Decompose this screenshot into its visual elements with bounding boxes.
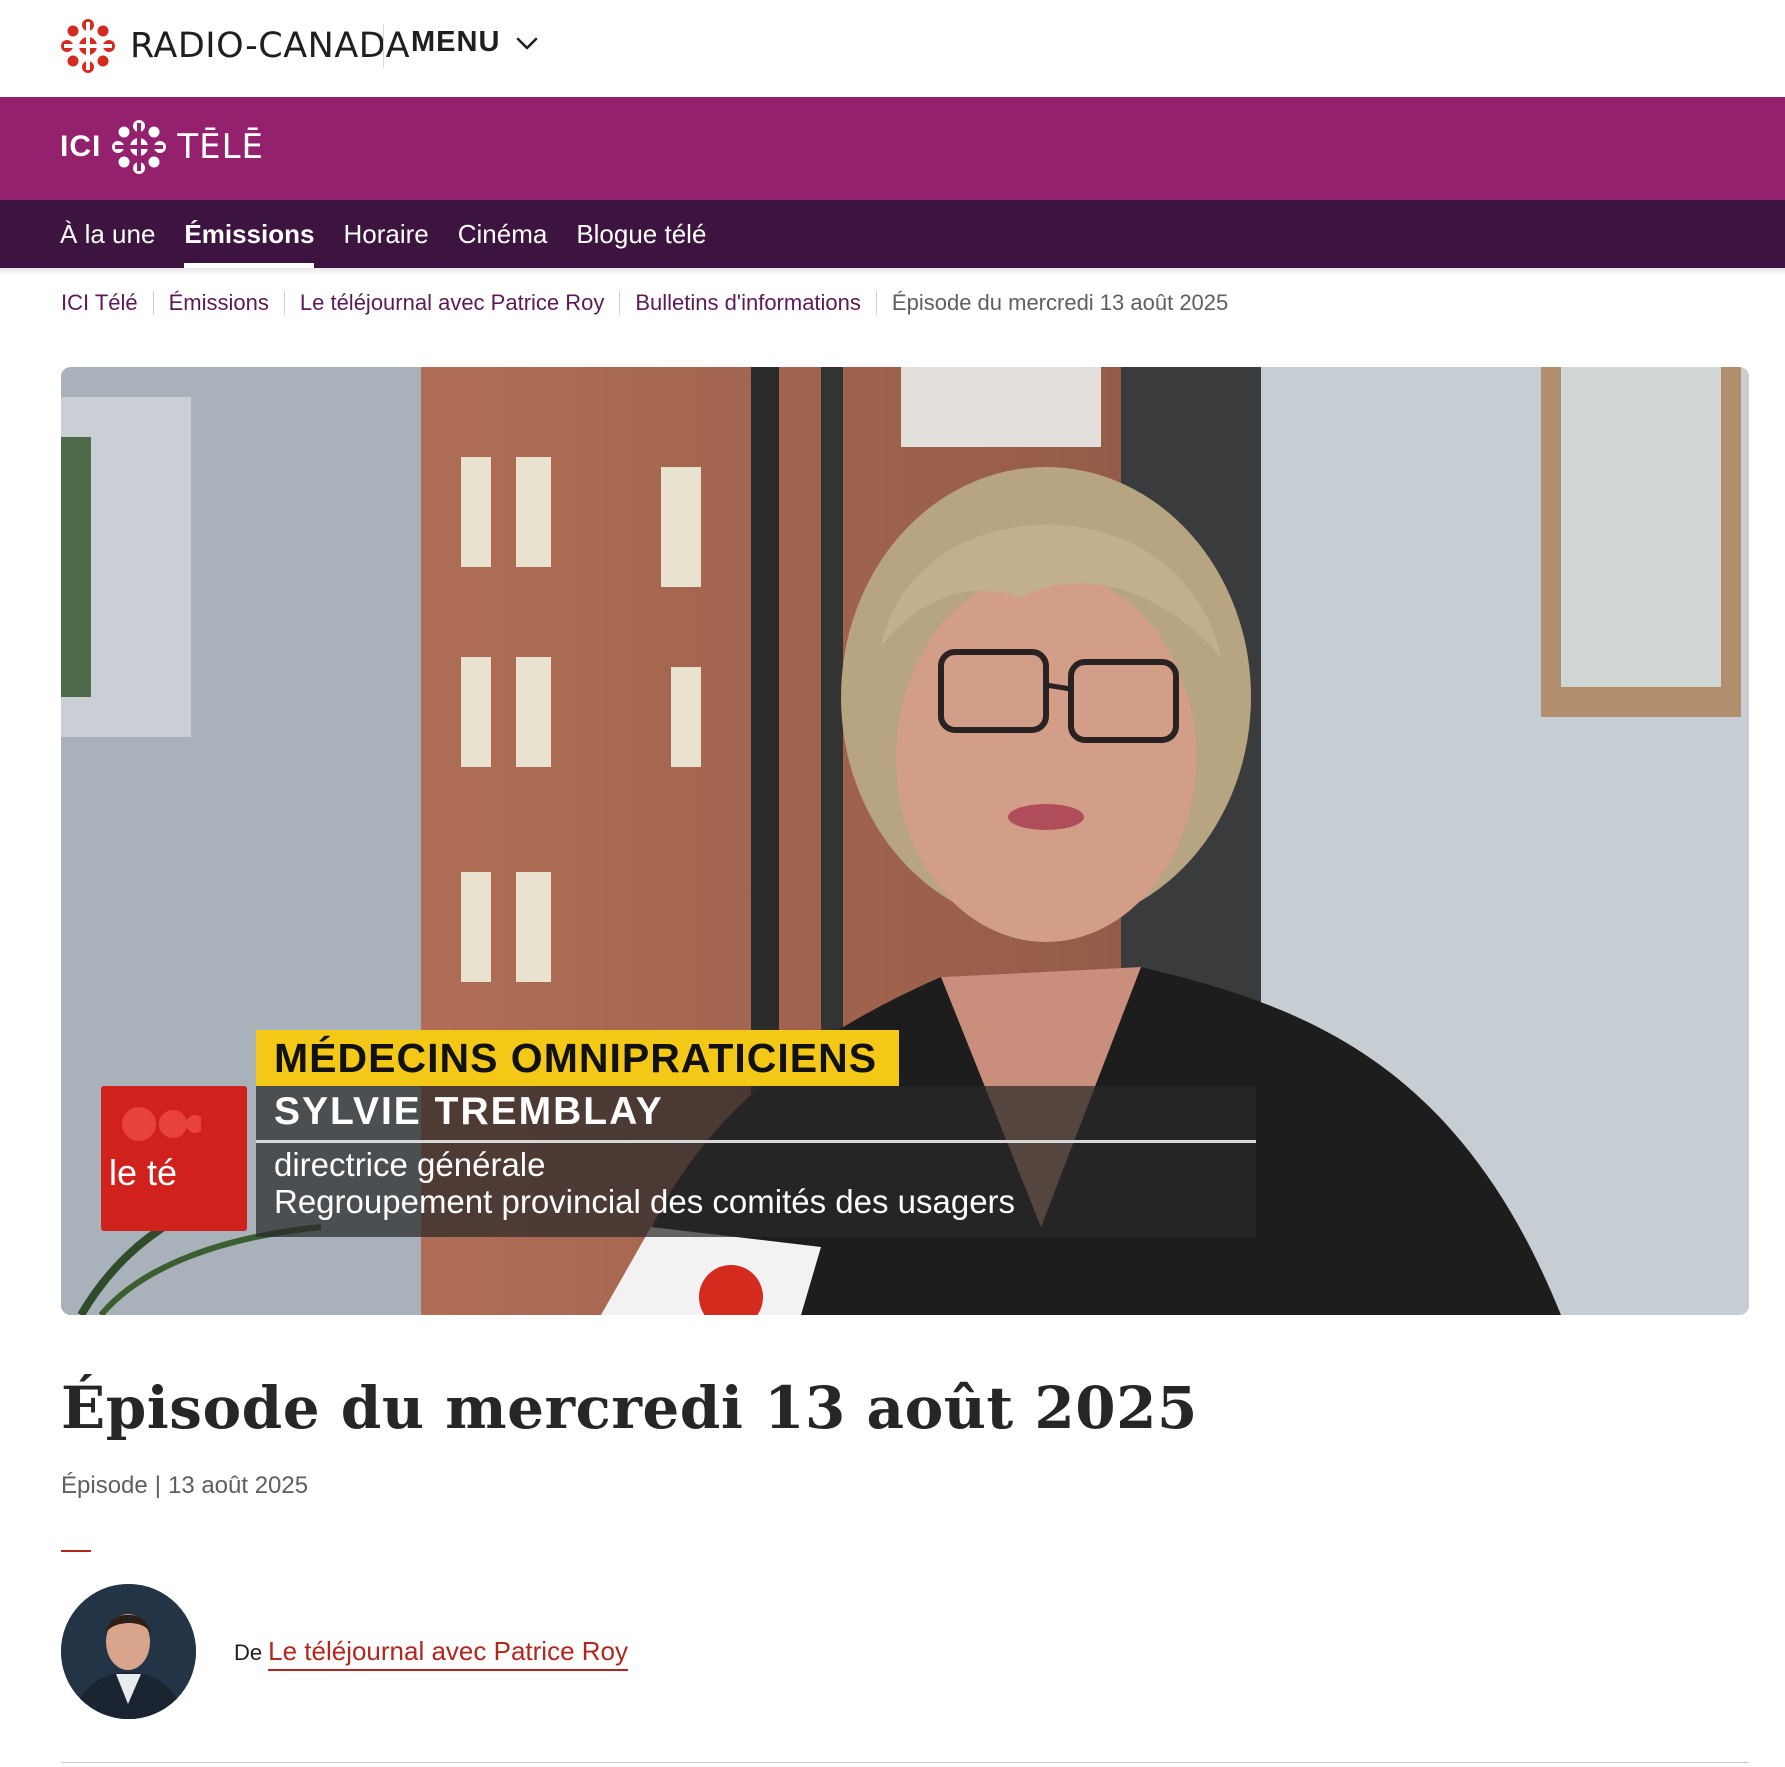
episode-date: 13 août 2025 — [167, 1472, 309, 1499]
meta-separator: | — [154, 1472, 161, 1499]
telejournal-badge-text: le té — [109, 1152, 178, 1193]
radio-canada-logo[interactable]: RADIO-CANADA — [60, 18, 410, 74]
section-divider — [61, 1762, 1749, 1763]
lower-third-topic: MÉDECINS OMNIPRATICIENS — [256, 1030, 900, 1086]
ici-gem-icon — [112, 120, 167, 174]
breadcrumb-bulletins[interactable]: Bulletins d'informations — [635, 290, 861, 316]
main-nav: À la une Émissions Horaire Cinéma Blogue… — [0, 200, 1785, 268]
attribution-prefix: De — [234, 1640, 263, 1665]
breadcrumb-telejournal[interactable]: Le téléjournal avec Patrice Roy — [300, 290, 605, 316]
show-attribution: De Le téléjournal avec Patrice Roy — [234, 1636, 628, 1671]
menu-button[interactable]: MENU — [411, 26, 538, 59]
nav-item-blogue-tele[interactable]: Blogue télé — [576, 200, 706, 268]
lower-third-role-line1: directrice générale — [274, 1146, 546, 1183]
lower-third-rule — [256, 1140, 1256, 1143]
accent-divider — [61, 1550, 91, 1552]
lower-third-name: SYLVIE TREMBLAY — [274, 1090, 664, 1133]
nav-item-emissions[interactable]: Émissions — [184, 200, 315, 268]
top-bar: RADIO-CANADA MENU — [0, 0, 1785, 97]
radio-canada-gem-icon — [61, 19, 115, 73]
breadcrumb-separator — [283, 291, 285, 315]
episode-video-thumbnail[interactable]: le té MÉDECINS OMNIPRATICIENS SYLVIE TRE… — [61, 367, 1749, 1315]
show-link[interactable]: Le téléjournal avec Patrice Roy — [268, 1636, 628, 1671]
episode-type: Épisode — [61, 1472, 148, 1499]
nav-shadow — [0, 268, 1785, 276]
menu-label: MENU — [411, 26, 501, 58]
telejournal-badge: le té — [101, 1086, 247, 1231]
topbar-divider — [383, 24, 384, 68]
ici-tele-logo[interactable]: ICI TĒLĒ — [60, 119, 264, 175]
lower-third-role: directrice générale Regroupement provinc… — [274, 1146, 1015, 1220]
breadcrumb: ICI Télé Émissions Le téléjournal avec P… — [61, 290, 1228, 316]
breadcrumb-separator — [875, 291, 877, 315]
show-host-avatar[interactable] — [61, 1584, 196, 1719]
nav-item-horaire[interactable]: Horaire — [343, 200, 428, 268]
nav-item-cinema[interactable]: Cinéma — [458, 200, 548, 268]
breadcrumb-current: Épisode du mercredi 13 août 2025 — [891, 290, 1229, 315]
tele-wordmark: TĒLĒ — [177, 127, 265, 167]
radio-canada-wordmark: RADIO-CANADA — [130, 26, 411, 66]
lower-third-role-line2: Regroupement provincial des comités des … — [274, 1183, 1016, 1220]
nav-item-a-la-une[interactable]: À la une — [60, 200, 155, 268]
breadcrumb-ici-tele[interactable]: ICI Télé — [61, 290, 138, 316]
breadcrumb-separator — [619, 291, 621, 315]
ici-tele-band: ICI TĒLĒ — [0, 97, 1785, 200]
radio-canada-gem-icon — [122, 1107, 201, 1141]
breadcrumb-separator — [152, 291, 154, 315]
ici-wordmark: ICI — [60, 130, 102, 163]
episode-meta: Épisode | 13 août 2025 — [61, 1472, 308, 1500]
breadcrumb-emissions[interactable]: Émissions — [169, 290, 269, 316]
chevron-down-icon — [517, 37, 538, 49]
host-portrait-image — [61, 1584, 196, 1719]
page-title: Épisode du mercredi 13 août 2025 — [61, 1374, 1198, 1442]
